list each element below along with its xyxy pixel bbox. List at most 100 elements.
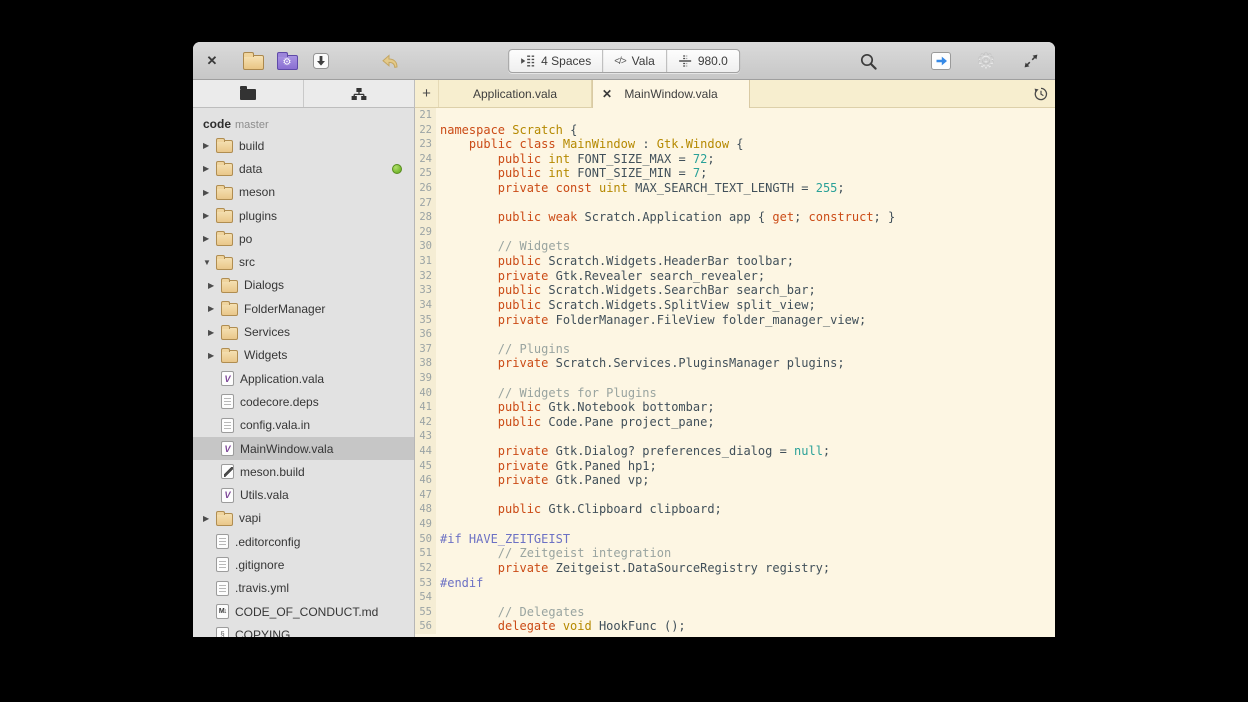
code-line[interactable]: 29 bbox=[415, 225, 1055, 240]
folder-icon bbox=[216, 163, 233, 176]
tab-history-button[interactable] bbox=[1033, 80, 1049, 107]
open-file-button[interactable] bbox=[239, 48, 267, 74]
tree-item-services[interactable]: ▶Services bbox=[193, 320, 414, 343]
tree-item-foldermanager[interactable]: ▶ FolderManager bbox=[193, 297, 414, 320]
templates-folder-icon: ⚙ bbox=[277, 55, 298, 70]
tree-item--travis-yml[interactable]: .travis.yml bbox=[193, 577, 414, 600]
code-line[interactable]: 32 private Gtk.Revealer search_revealer; bbox=[415, 269, 1055, 284]
code-line[interactable]: 35 private FolderManager.FileView folder… bbox=[415, 313, 1055, 328]
code-line[interactable]: 27 bbox=[415, 196, 1055, 211]
tree-item-plugins[interactable]: ▶plugins bbox=[193, 204, 414, 227]
code-line[interactable]: 28 public weak Scratch.Application app {… bbox=[415, 210, 1055, 225]
tree-item-config-vala-in[interactable]: config.vala.in bbox=[193, 414, 414, 437]
project-sidebar-toggle[interactable] bbox=[193, 80, 304, 107]
code-line[interactable]: 34 public Scratch.Widgets.SplitView spli… bbox=[415, 298, 1055, 313]
code-line[interactable]: 21 bbox=[415, 108, 1055, 123]
source-editor[interactable]: 2122namespace Scratch {23 public class M… bbox=[415, 108, 1055, 637]
tree-item--gitignore[interactable]: .gitignore bbox=[193, 553, 414, 576]
tree-item-build[interactable]: ▶build bbox=[193, 134, 414, 157]
chevron-right-icon[interactable]: ▶ bbox=[203, 234, 216, 243]
code-line[interactable]: 51 // Zeitgeist integration bbox=[415, 546, 1055, 561]
share-button[interactable] bbox=[927, 48, 955, 74]
chevron-right-icon[interactable]: ▶ bbox=[203, 164, 216, 173]
chevron-right-icon[interactable]: ▶ bbox=[208, 304, 221, 313]
templates-button[interactable]: ⚙ bbox=[273, 48, 301, 74]
indentation-button[interactable]: 4 Spaces bbox=[509, 50, 603, 72]
code-line[interactable]: 26 private const uint MAX_SEARCH_TEXT_LE… bbox=[415, 181, 1055, 196]
code-line[interactable]: 36 bbox=[415, 327, 1055, 342]
tree-item-mainwindow-vala[interactable]: VMainWindow.vala bbox=[193, 437, 414, 460]
tree-item-meson[interactable]: ▶meson bbox=[193, 181, 414, 204]
chevron-right-icon[interactable]: ▶ bbox=[203, 188, 216, 197]
editor-settings-group: 4 Spaces </> Vala 980.0 bbox=[508, 49, 740, 73]
chevron-right-icon[interactable]: ▶ bbox=[208, 328, 221, 337]
tree-item-label: FolderManager bbox=[244, 302, 325, 316]
find-button[interactable] bbox=[854, 48, 882, 74]
tree-item-widgets[interactable]: ▶Widgets bbox=[193, 344, 414, 367]
tree-item-vapi[interactable]: ▶vapi bbox=[193, 507, 414, 530]
tab-application-vala[interactable]: Application.vala bbox=[439, 80, 592, 107]
code-line-text: namespace Scratch { bbox=[436, 123, 577, 138]
code-line[interactable]: 30 // Widgets bbox=[415, 239, 1055, 254]
tab-close-button[interactable]: ✕ bbox=[602, 80, 612, 108]
tree-item-dialogs[interactable]: ▶Dialogs bbox=[193, 274, 414, 297]
project-header[interactable]: codemaster bbox=[193, 108, 414, 134]
chevron-right-icon[interactable]: ▶ bbox=[208, 351, 221, 360]
license-file-icon: § bbox=[216, 627, 229, 637]
code-line[interactable]: 25 public int FONT_SIZE_MIN = 7; bbox=[415, 166, 1055, 181]
code-line[interactable]: 31 public Scratch.Widgets.HeaderBar tool… bbox=[415, 254, 1055, 269]
code-line[interactable]: 55 // Delegates bbox=[415, 605, 1055, 620]
code-line[interactable]: 43 bbox=[415, 429, 1055, 444]
tree-item-meson-build[interactable]: meson.build bbox=[193, 460, 414, 483]
code-line[interactable]: 53#endif bbox=[415, 576, 1055, 591]
open-folder-icon bbox=[243, 55, 264, 70]
window-close-button[interactable]: ✕ bbox=[201, 50, 223, 72]
code-line[interactable]: 47 bbox=[415, 488, 1055, 503]
save-button[interactable] bbox=[307, 48, 335, 74]
code-line[interactable]: 56 delegate void HookFunc (); bbox=[415, 619, 1055, 634]
chevron-right-icon[interactable]: ▶ bbox=[203, 514, 216, 523]
code-line[interactable]: 45 private Gtk.Paned hp1; bbox=[415, 459, 1055, 474]
code-line[interactable]: 41 public Gtk.Notebook bottombar; bbox=[415, 400, 1055, 415]
tree-item-code-of-conduct-md[interactable]: M↓CODE_OF_CONDUCT.md bbox=[193, 600, 414, 623]
tab-mainwindow-vala[interactable]: ✕ MainWindow.vala bbox=[592, 80, 750, 108]
tree-item-copying[interactable]: §COPYING bbox=[193, 623, 414, 637]
code-line[interactable]: 48 public Gtk.Clipboard clipboard; bbox=[415, 502, 1055, 517]
code-line[interactable]: 39 bbox=[415, 371, 1055, 386]
text-file-icon bbox=[216, 557, 229, 572]
chevron-right-icon[interactable]: ▶ bbox=[203, 211, 216, 220]
code-line[interactable]: 54 bbox=[415, 590, 1055, 605]
code-line[interactable]: 49 bbox=[415, 517, 1055, 532]
tree-item-po[interactable]: ▶po bbox=[193, 227, 414, 250]
tree-item-src[interactable]: ▼src bbox=[193, 250, 414, 273]
code-line[interactable]: 40 // Widgets for Plugins bbox=[415, 386, 1055, 401]
tree-item-codecore-deps[interactable]: codecore.deps bbox=[193, 390, 414, 413]
revert-button[interactable] bbox=[377, 48, 405, 74]
code-line[interactable]: 24 public int FONT_SIZE_MAX = 72; bbox=[415, 152, 1055, 167]
chevron-right-icon[interactable]: ▶ bbox=[208, 281, 221, 290]
tree-item-label: MainWindow.vala bbox=[240, 442, 333, 456]
language-button[interactable]: </> Vala bbox=[603, 50, 667, 72]
code-line[interactable]: 33 public Scratch.Widgets.SearchBar sear… bbox=[415, 283, 1055, 298]
outline-toggle[interactable] bbox=[304, 80, 414, 107]
code-line[interactable]: 22namespace Scratch { bbox=[415, 123, 1055, 138]
desktop-background: ✕ ⚙ bbox=[0, 0, 1248, 702]
settings-menu-button[interactable]: ⚙ bbox=[972, 48, 1000, 74]
tree-item-application-vala[interactable]: VApplication.vala bbox=[193, 367, 414, 390]
tree-item-utils-vala[interactable]: VUtils.vala bbox=[193, 483, 414, 506]
code-line[interactable]: 50#if HAVE_ZEITGEIST bbox=[415, 532, 1055, 547]
tree-item--editorconfig[interactable]: .editorconfig bbox=[193, 530, 414, 553]
code-line[interactable]: 52 private Zeitgeist.DataSourceRegistry … bbox=[415, 561, 1055, 576]
code-line[interactable]: 44 private Gtk.Dialog? preferences_dialo… bbox=[415, 444, 1055, 459]
code-line[interactable]: 23 public class MainWindow : Gtk.Window … bbox=[415, 137, 1055, 152]
code-line[interactable]: 37 // Plugins bbox=[415, 342, 1055, 357]
goto-line-button[interactable]: 980.0 bbox=[667, 50, 739, 72]
chevron-right-icon[interactable]: ▶ bbox=[203, 141, 216, 150]
fullscreen-button[interactable] bbox=[1017, 48, 1045, 74]
chevron-down-icon[interactable]: ▼ bbox=[203, 258, 216, 267]
code-line[interactable]: 38 private Scratch.Services.PluginsManag… bbox=[415, 356, 1055, 371]
tree-item-data[interactable]: ▶data bbox=[193, 157, 414, 180]
code-line[interactable]: 46 private Gtk.Paned vp; bbox=[415, 473, 1055, 488]
new-tab-button[interactable]: + bbox=[415, 80, 439, 107]
code-line[interactable]: 42 public Code.Pane project_pane; bbox=[415, 415, 1055, 430]
